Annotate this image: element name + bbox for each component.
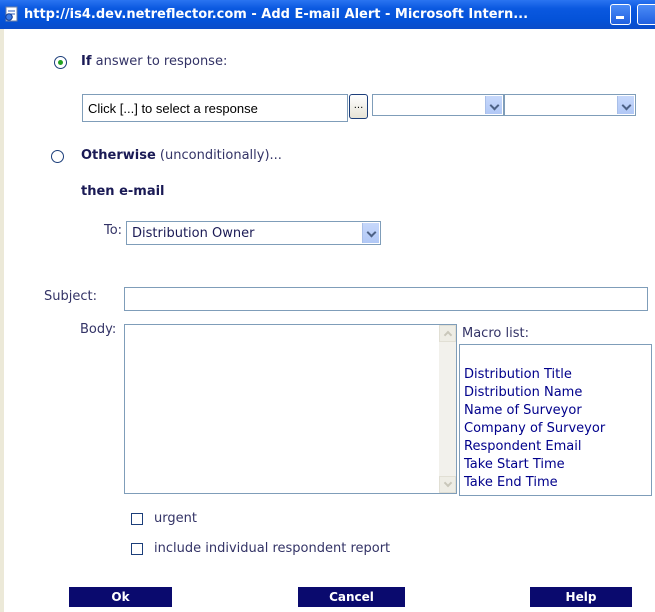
scroll-down-icon[interactable] bbox=[439, 476, 456, 493]
subject-label: Subject: bbox=[44, 289, 97, 304]
urgent-label: urgent bbox=[154, 511, 197, 526]
chevron-down-icon bbox=[485, 96, 502, 114]
minimize-icon[interactable] bbox=[610, 4, 631, 25]
maximize-icon[interactable] bbox=[637, 4, 655, 25]
body-scrollbar[interactable] bbox=[439, 325, 456, 493]
chevron-down-icon bbox=[362, 223, 379, 243]
report-label: include individual respondent report bbox=[154, 541, 391, 556]
help-button[interactable]: Help bbox=[530, 587, 632, 607]
ok-button[interactable]: Ok bbox=[69, 587, 172, 607]
to-select[interactable]: Distribution Owner bbox=[126, 221, 381, 245]
ie-page-icon bbox=[5, 6, 18, 22]
body-textarea[interactable] bbox=[124, 324, 457, 494]
browse-response-button[interactable]: ... bbox=[349, 94, 368, 119]
if-label: If answer to response: bbox=[81, 54, 228, 69]
macro-item[interactable]: Distribution Name bbox=[464, 385, 582, 400]
scroll-up-icon[interactable] bbox=[439, 325, 456, 342]
otherwise-radio[interactable] bbox=[51, 150, 64, 163]
macro-item[interactable]: Take Start Time bbox=[464, 457, 565, 472]
macro-list[interactable]: Distribution Title Distribution Name Nam… bbox=[459, 344, 652, 496]
chevron-down-icon bbox=[617, 96, 634, 114]
if-radio[interactable] bbox=[54, 56, 67, 69]
answer-select[interactable] bbox=[504, 94, 636, 116]
urgent-checkbox[interactable] bbox=[131, 513, 143, 525]
body-label: Body: bbox=[80, 322, 117, 337]
otherwise-label: Otherwise (unconditionally)... bbox=[81, 148, 282, 163]
macro-item[interactable]: Respondent Email bbox=[464, 439, 581, 454]
to-label: To: bbox=[104, 223, 123, 238]
dialog-window: http://is4.dev.netreflector.com - Add E-… bbox=[0, 0, 655, 612]
report-checkbox[interactable] bbox=[131, 543, 143, 555]
macro-item[interactable]: Take End Time bbox=[464, 475, 558, 490]
dialog-content: If answer to response: Click [...] to se… bbox=[4, 29, 655, 612]
title-bar: http://is4.dev.netreflector.com - Add E-… bbox=[0, 0, 655, 29]
response-field[interactable]: Click [...] to select a response bbox=[82, 94, 348, 122]
subject-input[interactable] bbox=[124, 287, 648, 311]
cancel-button[interactable]: Cancel bbox=[298, 587, 405, 607]
operator-select[interactable] bbox=[372, 94, 504, 116]
then-email-label: then e-mail bbox=[81, 184, 165, 199]
macro-list-label: Macro list: bbox=[462, 326, 529, 341]
macro-item[interactable]: Distribution Title bbox=[464, 367, 572, 382]
macro-item[interactable]: Name of Surveyor bbox=[464, 403, 582, 418]
macro-item[interactable]: Company of Surveyor bbox=[464, 421, 605, 436]
window-title: http://is4.dev.netreflector.com - Add E-… bbox=[24, 7, 529, 22]
